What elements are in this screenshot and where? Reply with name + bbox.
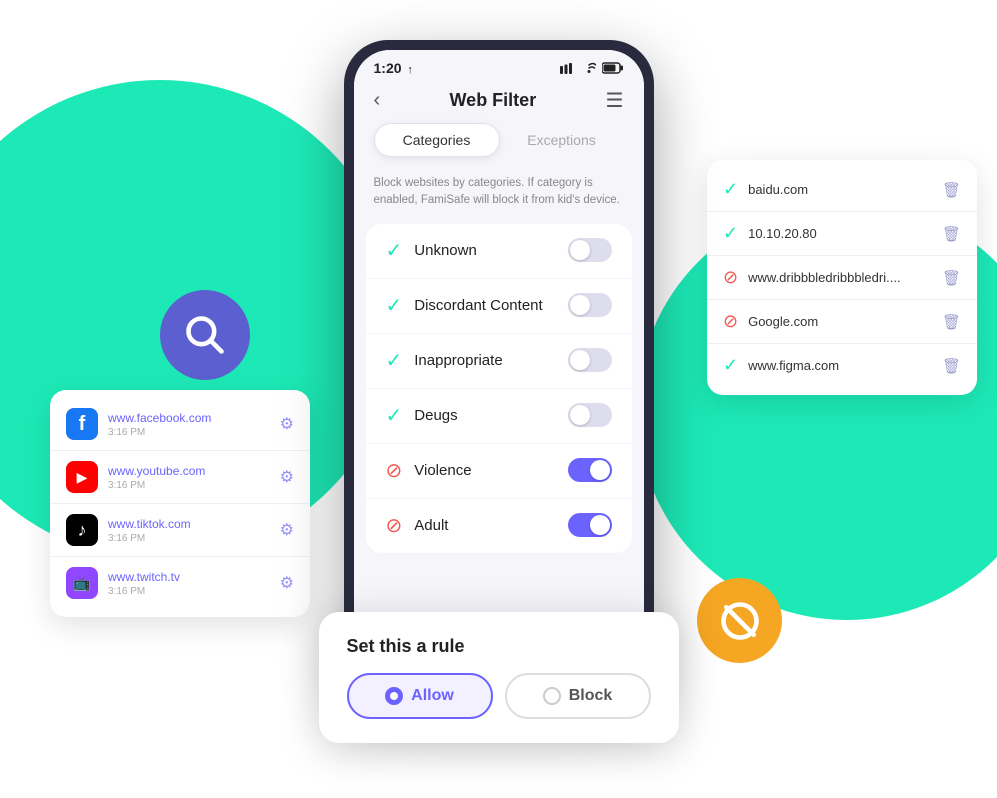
category-ok-icon: ✓	[386, 348, 403, 373]
block-icon-circle	[697, 578, 782, 663]
category-label: Adult	[414, 517, 555, 534]
site-time: 3:16 PM	[108, 586, 270, 597]
domain-text: 10.10.20.80	[748, 226, 932, 241]
back-button[interactable]: ‹	[374, 89, 381, 112]
delete-icon[interactable]: 🗑	[942, 269, 961, 287]
category-ok-icon: ✓	[386, 293, 403, 318]
domain-text: www.dribbbledribbbledri....	[748, 270, 932, 285]
site-time: 3:16 PM	[108, 480, 270, 491]
category-label: Discordant Content	[414, 297, 555, 314]
site-time: 3:16 PM	[108, 533, 270, 544]
page-title: Web Filter	[450, 90, 537, 111]
phone-content: Block websites by categories. If categor…	[354, 169, 644, 680]
site-url: www.facebook.com	[108, 411, 270, 425]
filter-description: Block websites by categories. If categor…	[354, 169, 644, 224]
category-toggle-discordant[interactable]	[568, 293, 612, 317]
block-radio	[543, 687, 561, 705]
list-item: ✓ baidu.com 🗑	[707, 168, 977, 211]
category-label: Deugs	[414, 407, 555, 424]
category-toggle-adult[interactable]	[568, 513, 612, 537]
allow-icon: ✓	[723, 223, 738, 244]
category-block-icon: ⊘	[386, 458, 403, 483]
categories-list: ✓ Unknown ✓ Discordant Content ✓ Inappro…	[366, 224, 632, 553]
youtube-icon: ▶	[66, 461, 98, 493]
allow-icon: ✓	[723, 355, 738, 376]
category-toggle-unknown[interactable]	[568, 238, 612, 262]
domain-text: Google.com	[748, 314, 932, 329]
site-url: www.tiktok.com	[108, 517, 270, 531]
list-item: ⊘ Google.com 🗑	[707, 299, 977, 343]
delete-icon[interactable]: 🗑	[942, 181, 961, 199]
list-item: ▶ www.youtube.com 3:16 PM ⚙	[50, 450, 310, 503]
tiktok-icon: ♪	[66, 514, 98, 546]
search-icon-circle	[160, 290, 250, 380]
status-icons	[560, 62, 624, 74]
phone-mockup: 1:20 ↑ ‹ Web Filter ☰ Categories Excepti…	[344, 40, 654, 690]
block-icon: ⊘	[723, 267, 738, 288]
settings-icon[interactable]: ⚙	[280, 520, 294, 540]
category-row-unknown: ✓ Unknown	[366, 224, 632, 277]
category-block-icon: ⊘	[386, 513, 403, 538]
list-item: ⊘ www.dribbbledribbbledri.... 🗑	[707, 255, 977, 299]
category-row-adult: ⊘ Adult	[366, 498, 632, 552]
settings-icon[interactable]: ⚙	[280, 467, 294, 487]
nav-bar: ‹ Web Filter ☰	[354, 80, 644, 123]
block-icon: ⊘	[723, 311, 738, 332]
popup-title: Set this a rule	[347, 636, 651, 657]
site-url: www.youtube.com	[108, 464, 270, 478]
category-label: Inappropriate	[414, 352, 555, 369]
facebook-icon: f	[66, 408, 98, 440]
rule-popup: Set this a rule Allow Block	[319, 612, 679, 743]
settings-icon[interactable]: ⚙	[280, 414, 294, 434]
browser-history-card: f www.facebook.com 3:16 PM ⚙ ▶ www.youtu…	[50, 390, 310, 617]
status-time: 1:20 ↑	[374, 60, 413, 76]
twitch-icon: 📺	[66, 567, 98, 599]
list-item: ✓ 10.10.20.80 🗑	[707, 211, 977, 255]
list-item: f www.facebook.com 3:16 PM ⚙	[50, 398, 310, 450]
settings-icon[interactable]: ⚙	[280, 573, 294, 593]
site-time: 3:16 PM	[108, 427, 270, 438]
delete-icon[interactable]: 🗑	[942, 357, 961, 375]
category-row-inappropriate: ✓ Inappropriate	[366, 333, 632, 387]
allow-label: Allow	[411, 687, 454, 705]
status-bar: 1:20 ↑	[354, 50, 644, 80]
menu-button[interactable]: ☰	[606, 88, 624, 113]
allow-radio	[385, 687, 403, 705]
category-toggle-deugs[interactable]	[568, 403, 612, 427]
delete-icon[interactable]: 🗑	[942, 225, 961, 243]
allow-icon: ✓	[723, 179, 738, 200]
domain-text: www.figma.com	[748, 358, 932, 373]
allow-button[interactable]: Allow	[347, 673, 493, 719]
category-toggle-violence[interactable]	[568, 458, 612, 482]
tab-row: Categories Exceptions	[354, 123, 644, 169]
list-item: ✓ www.figma.com 🗑	[707, 343, 977, 387]
phone-frame: 1:20 ↑ ‹ Web Filter ☰ Categories Excepti…	[344, 40, 654, 690]
block-label: Block	[569, 687, 613, 705]
category-row-deugs: ✓ Deugs	[366, 388, 632, 442]
site-url: www.twitch.tv	[108, 570, 270, 584]
delete-icon[interactable]: 🗑	[942, 313, 961, 331]
tab-categories[interactable]: Categories	[374, 123, 500, 157]
list-item: ♪ www.tiktok.com 3:16 PM ⚙	[50, 503, 310, 556]
tab-exceptions[interactable]: Exceptions	[500, 123, 624, 157]
category-toggle-inappropriate[interactable]	[568, 348, 612, 372]
exceptions-card: ✓ baidu.com 🗑 ✓ 10.10.20.80 🗑 ⊘ www.drib…	[707, 160, 977, 395]
category-label: Violence	[414, 462, 555, 479]
popup-buttons: Allow Block	[347, 673, 651, 719]
block-button[interactable]: Block	[505, 673, 651, 719]
phone-screen: 1:20 ↑ ‹ Web Filter ☰ Categories Excepti…	[354, 50, 644, 680]
domain-text: baidu.com	[748, 182, 932, 197]
list-item: 📺 www.twitch.tv 3:16 PM ⚙	[50, 556, 310, 609]
category-ok-icon: ✓	[386, 403, 403, 428]
category-ok-icon: ✓	[386, 238, 403, 263]
category-row-discordant: ✓ Discordant Content	[366, 278, 632, 332]
category-label: Unknown	[414, 242, 555, 259]
category-row-violence: ⊘ Violence	[366, 443, 632, 497]
